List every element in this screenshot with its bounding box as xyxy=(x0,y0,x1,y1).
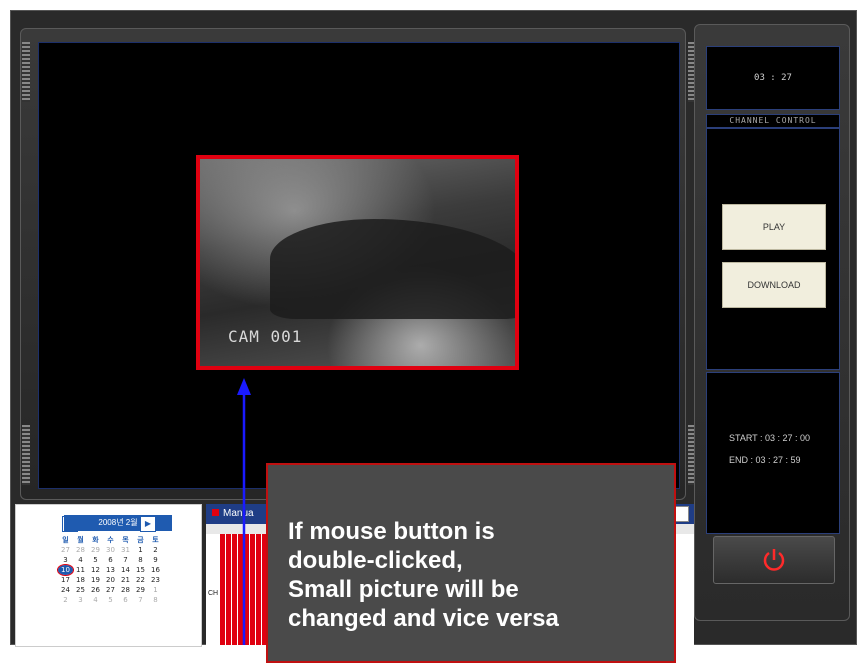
arrow-annotation xyxy=(237,378,251,645)
